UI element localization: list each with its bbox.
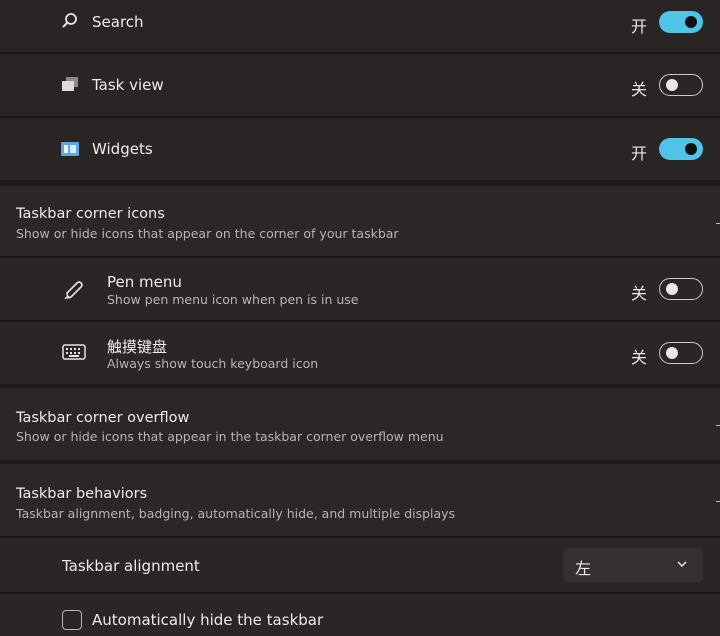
widgets-state: 开	[631, 144, 648, 163]
chevron-down-icon[interactable]	[716, 425, 720, 426]
autohide-label: Automatically hide the taskbar	[92, 611, 324, 629]
pen-menu-toggle[interactable]	[659, 278, 703, 300]
corner-overflow-title: Taskbar corner overflow	[16, 410, 190, 426]
alignment-value: 左	[575, 559, 592, 578]
behaviors-description: Taskbar alignment, badging, automaticall…	[16, 506, 456, 521]
taskbar-settings-page: Search 开 Task view 关 Widgets 开 Taskbar c…	[0, 0, 720, 636]
corner-icons-description: Show or hide icons that appear on the co…	[16, 226, 399, 241]
touch-keyboard-row[interactable]: 触摸键盘 Always show touch keyboard icon 关	[0, 322, 720, 384]
toggle-knob	[666, 347, 678, 359]
search-state: 开	[631, 17, 648, 36]
widgets-icon	[61, 142, 79, 156]
toggle-knob	[685, 143, 697, 155]
widgets-row[interactable]: Widgets 开	[0, 118, 720, 180]
behaviors-header[interactable]: Taskbar behaviors Taskbar alignment, bad…	[0, 464, 720, 536]
task-view-toggle[interactable]	[659, 74, 703, 96]
corner-overflow-description: Show or hide icons that appear in the ta…	[16, 429, 444, 444]
taskbar-alignment-label: Taskbar alignment	[62, 557, 200, 575]
task-view-state: 关	[631, 80, 648, 99]
corner-icons-title: Taskbar corner icons	[16, 206, 165, 222]
toggle-knob	[685, 16, 697, 28]
widgets-label: Widgets	[92, 140, 153, 158]
pen-menu-label: Pen menu	[107, 273, 182, 291]
widgets-toggle[interactable]	[659, 138, 703, 160]
touch-keyboard-state: 关	[631, 348, 648, 367]
search-label: Search	[92, 13, 144, 31]
task-view-icon	[62, 77, 78, 91]
task-view-row[interactable]: Task view 关	[0, 54, 720, 116]
chevron-up-icon[interactable]	[716, 223, 720, 224]
task-view-label: Task view	[92, 76, 164, 94]
search-row[interactable]: Search 开	[0, 0, 720, 52]
search-toggle[interactable]	[659, 11, 703, 33]
touch-keyboard-label: 触摸键盘	[107, 338, 168, 356]
pen-menu-state: 关	[631, 284, 648, 303]
behaviors-title: Taskbar behaviors	[16, 486, 148, 502]
pen-icon	[64, 281, 83, 300]
chevron-up-icon[interactable]	[716, 501, 720, 502]
keyboard-icon	[62, 344, 86, 360]
pen-menu-description: Show pen menu icon when pen is in use	[107, 292, 359, 307]
autohide-row[interactable]: Automatically hide the taskbar	[0, 594, 720, 636]
corner-icons-header[interactable]: Taskbar corner icons Show or hide icons …	[0, 186, 720, 256]
autohide-checkbox[interactable]	[62, 610, 82, 630]
alignment-dropdown[interactable]: 左	[563, 548, 703, 582]
toggle-knob	[666, 79, 678, 91]
toggle-knob	[666, 283, 678, 295]
pen-menu-row[interactable]: Pen menu Show pen menu icon when pen is …	[0, 258, 720, 320]
touch-keyboard-toggle[interactable]	[659, 342, 703, 364]
corner-overflow-header[interactable]: Taskbar corner overflow Show or hide ico…	[0, 388, 720, 460]
search-icon	[62, 13, 77, 28]
touch-keyboard-description: Always show touch keyboard icon	[107, 356, 319, 371]
chevron-down-icon	[677, 561, 687, 568]
